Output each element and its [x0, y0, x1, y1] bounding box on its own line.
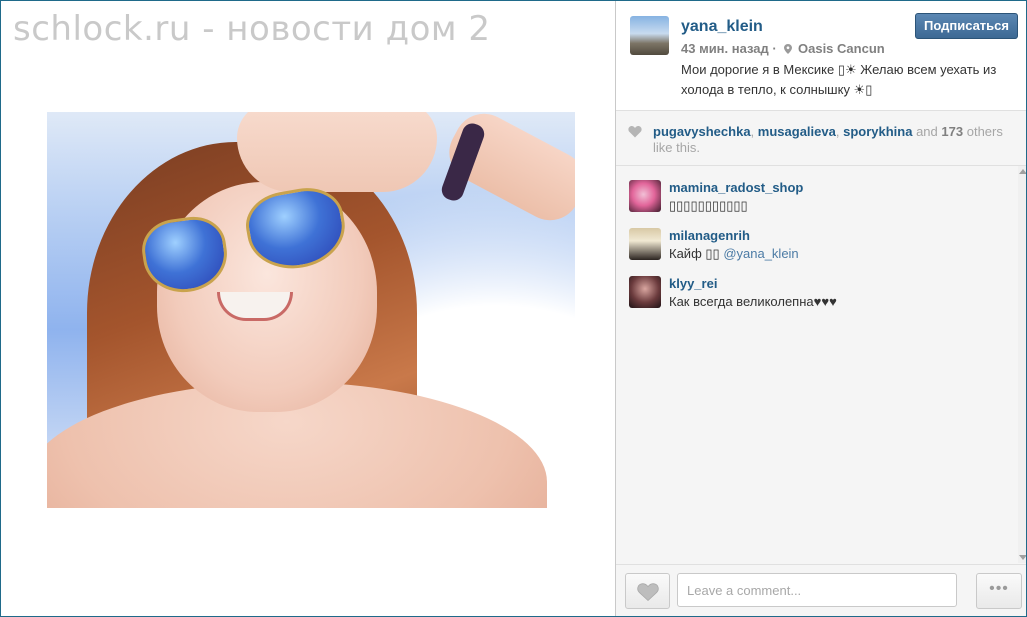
post-meta: 43 мин. назад · Oasis Cancun: [681, 41, 885, 56]
owner-avatar[interactable]: [630, 16, 669, 55]
scroll-up-arrow-icon[interactable]: [1019, 169, 1026, 174]
comment-text: Кайф ▯▯: [669, 246, 720, 261]
post-time: 43 мин. назад: [681, 41, 769, 56]
commenter-username[interactable]: klyy_rei: [669, 276, 717, 291]
likes-and-text: and: [916, 124, 938, 139]
commenter-avatar[interactable]: [629, 228, 661, 260]
scroll-down-arrow-icon[interactable]: [1019, 555, 1026, 560]
post-header: yana_klein Подписаться 43 мин. назад · O…: [616, 1, 1026, 111]
liker-username[interactable]: pugavyshechka: [653, 124, 751, 139]
comments-list: mamina_radost_shop ▯▯▯▯▯▯▯▯▯▯▯ milanagen…: [616, 166, 1019, 563]
ellipsis-icon[interactable]: •••: [976, 573, 1022, 609]
comments-scrollbar[interactable]: [1018, 166, 1026, 563]
comment-text: Как всегда великолепна♥♥♥: [669, 294, 837, 309]
comment-mention[interactable]: @yana_klein: [723, 246, 798, 261]
watermark-text: schlock.ru - новости дом 2: [13, 9, 491, 49]
follow-button[interactable]: Подписаться: [914, 13, 1018, 39]
map-pin-icon: [784, 44, 793, 54]
post-location[interactable]: Oasis Cancun: [798, 41, 885, 56]
media-panel: [1, 1, 615, 616]
comment-input[interactable]: [677, 573, 957, 607]
comment-item: milanagenrih Кайф ▯▯ @yana_klein: [616, 214, 1016, 261]
post-photo[interactable]: [47, 112, 575, 508]
comment-item: mamina_radost_shop ▯▯▯▯▯▯▯▯▯▯▯: [616, 166, 1016, 213]
comment-item: klyy_rei Как всегда великолепна♥♥♥: [616, 262, 1016, 309]
comment-text: ▯▯▯▯▯▯▯▯▯▯▯: [669, 198, 748, 213]
liker-username[interactable]: musagalieva: [758, 124, 836, 139]
like-button[interactable]: [625, 573, 670, 609]
photo-hand: [237, 112, 437, 192]
meta-separator: ·: [772, 41, 777, 56]
heart-icon: [628, 126, 642, 138]
owner-username[interactable]: yana_klein: [681, 18, 763, 36]
post-modal: schlock.ru - новости дом 2 yana_klein По…: [0, 0, 1027, 617]
liker-username[interactable]: sporykhina: [843, 124, 912, 139]
commenter-avatar[interactable]: [629, 276, 661, 308]
likes-separator: ,: [750, 124, 755, 139]
commenter-avatar[interactable]: [629, 180, 661, 212]
side-panel: yana_klein Подписаться 43 мин. назад · O…: [615, 1, 1026, 616]
post-caption: Мои дорогие я в Мексике ▯☀ Желаю всем уе…: [681, 62, 997, 97]
likes-section: pugavyshechka, musagalieva, sporykhina a…: [616, 111, 1026, 166]
commenter-username[interactable]: mamina_radost_shop: [669, 180, 803, 195]
comment-footer: •••: [616, 564, 1026, 616]
comment-body: Кайф ▯▯ @yana_klein: [669, 246, 799, 262]
commenter-username[interactable]: milanagenrih: [669, 228, 750, 243]
heart-icon: [637, 583, 659, 601]
likes-separator: ,: [835, 124, 840, 139]
likes-count[interactable]: 173: [941, 124, 963, 139]
likes-text: pugavyshechka, musagalieva, sporykhina a…: [653, 124, 1013, 156]
